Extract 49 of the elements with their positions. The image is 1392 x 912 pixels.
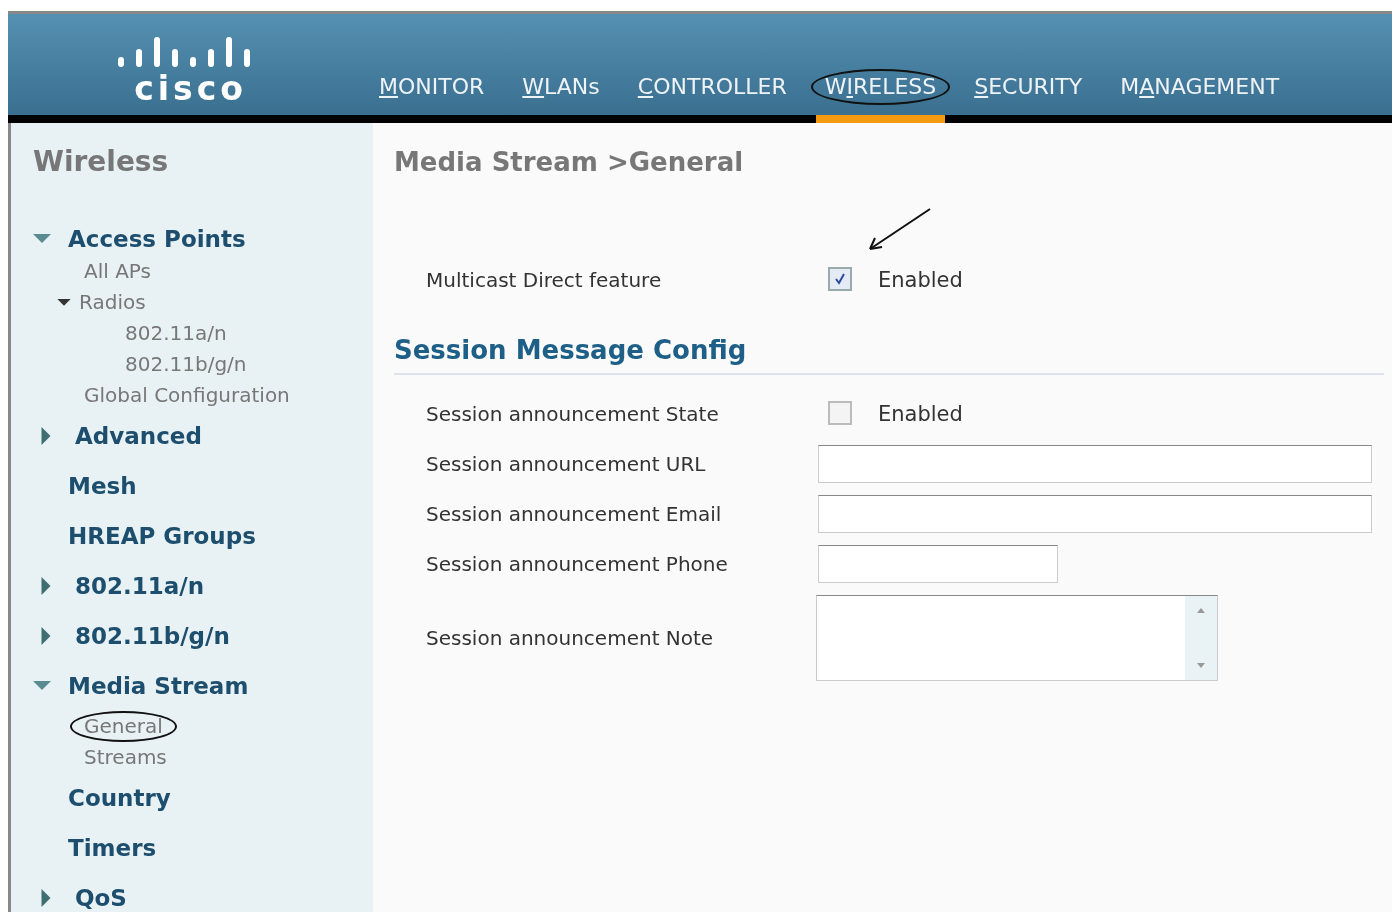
sidebar-title: Wireless xyxy=(33,145,170,178)
sidebar-item[interactable]: General xyxy=(70,711,177,742)
sidebar-item[interactable]: HREAP Groups xyxy=(60,511,264,561)
sidebar-item[interactable]: Access Points xyxy=(60,222,254,256)
sidebar-item[interactable]: 802.11a/n xyxy=(111,318,241,349)
collapse-arrow-icon[interactable] xyxy=(57,298,71,307)
checkbox[interactable] xyxy=(828,267,852,291)
expand-arrow-icon[interactable] xyxy=(41,577,51,595)
sidebar-item[interactable]: Media Stream xyxy=(60,661,257,711)
page-title: Media Stream >General xyxy=(394,147,745,177)
checkbox[interactable] xyxy=(828,401,852,425)
input-field[interactable] xyxy=(818,495,1372,533)
nav-tab[interactable]: WLANs xyxy=(508,69,614,105)
scroll-down-icon[interactable] xyxy=(1196,662,1206,670)
sidebar-item[interactable]: Streams xyxy=(70,742,181,773)
scrollbar[interactable] xyxy=(1185,596,1217,680)
checkbox-label: Enabled xyxy=(878,402,963,426)
sidebar-item[interactable]: Mesh xyxy=(60,461,145,511)
field-label: Session announcement URL xyxy=(425,452,707,476)
expand-arrow-icon[interactable] xyxy=(41,889,51,907)
sidebar-item[interactable]: 802.11a/n xyxy=(67,561,213,611)
sidebar-item[interactable]: 802.11b/g/n xyxy=(111,349,261,380)
sidebar-item[interactable]: Global Configuration xyxy=(70,380,304,411)
section-heading: Session Message Config xyxy=(394,335,1384,375)
field-label: Session announcement Email xyxy=(425,502,723,526)
sidebar-item[interactable]: All APs xyxy=(70,256,165,287)
checkbox-label: Enabled xyxy=(878,268,963,292)
sidebar-item[interactable]: Timers xyxy=(60,823,165,873)
sidebar-item[interactable]: Radios xyxy=(65,287,160,318)
logo-text: cisco xyxy=(134,71,247,107)
nav-tab[interactable]: SECURITY xyxy=(960,69,1097,105)
nav-tab[interactable]: MANAGEMENT xyxy=(1106,69,1294,105)
field-label: Session announcement Phone xyxy=(425,552,729,576)
sidebar-item[interactable]: QoS xyxy=(67,873,135,912)
field-label: Session announcement State xyxy=(425,402,720,426)
nav-tab[interactable]: CONTROLLER xyxy=(623,69,801,105)
sidebar-item[interactable]: 802.11b/g/n xyxy=(67,611,238,661)
nav-tab[interactable]: MONITOR xyxy=(373,69,499,105)
sidebar-item[interactable]: Advanced xyxy=(67,411,210,461)
scroll-up-icon[interactable] xyxy=(1196,606,1206,614)
sidebar-item[interactable]: Country xyxy=(60,773,179,823)
nav-tab[interactable]: WIRELESS xyxy=(810,69,951,105)
field-label: Multicast Direct feature xyxy=(425,268,663,292)
check-icon xyxy=(833,272,847,286)
input-field[interactable] xyxy=(818,545,1058,583)
input-field[interactable] xyxy=(818,445,1372,483)
field-label: Session announcement Note xyxy=(425,626,715,650)
expand-arrow-icon[interactable] xyxy=(41,427,51,445)
expand-arrow-icon[interactable] xyxy=(41,627,51,645)
